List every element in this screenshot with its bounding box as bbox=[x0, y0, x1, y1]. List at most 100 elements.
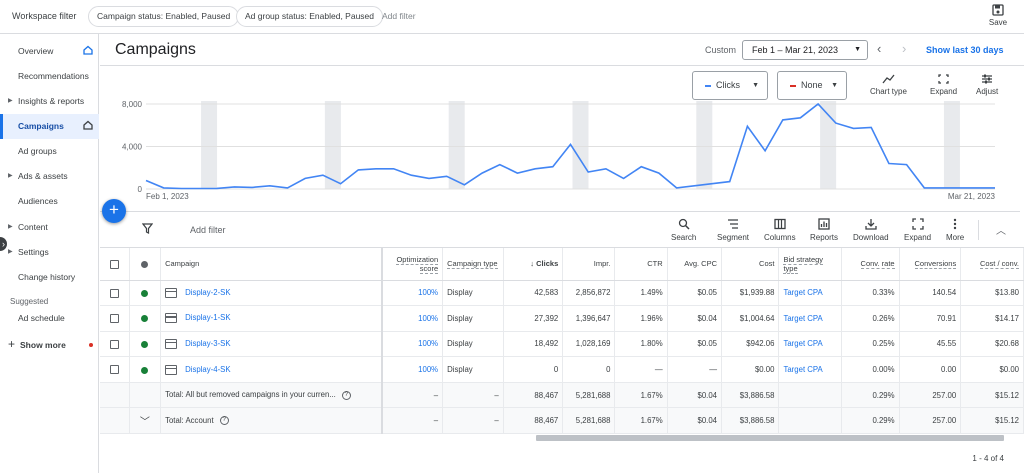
show-more-button[interactable]: + Show more bbox=[8, 337, 66, 351]
next-period-icon[interactable]: › bbox=[902, 41, 906, 56]
sidebar-item-ads-assets[interactable]: ▶ Ads & assets bbox=[0, 164, 99, 189]
weekend-band bbox=[943, 101, 960, 189]
sidebar-item-ad-schedule[interactable]: Ad schedule bbox=[0, 306, 99, 331]
filter-icon[interactable] bbox=[142, 223, 153, 234]
search-label: Search bbox=[671, 233, 697, 242]
optimization-score-header[interactable]: Optimization score bbox=[382, 248, 444, 281]
expand-table-button[interactable]: Expand bbox=[904, 218, 931, 242]
status-dot-icon bbox=[141, 260, 149, 268]
avg-cpc-header[interactable]: Avg. CPC bbox=[667, 248, 723, 281]
sidebar-item-settings[interactable]: ▶ Settings bbox=[0, 240, 99, 265]
ad-group-status-chip[interactable]: Ad group status: Enabled, Paused bbox=[236, 6, 384, 27]
collapse-chevron-icon[interactable]: ︿ bbox=[996, 222, 1006, 237]
conv-rate-cell: 0.00% bbox=[841, 356, 900, 383]
expand-arrow-icon: ▶ bbox=[8, 249, 13, 255]
more-vert-icon bbox=[953, 218, 957, 230]
bid-strategy-cell[interactable]: Target CPA bbox=[778, 356, 843, 383]
sidebar-item-content[interactable]: ▶ Content bbox=[0, 215, 99, 240]
impr-cell: 1,396,647 bbox=[562, 305, 616, 332]
table-row[interactable]: Display-1-SK 100% Display 27,392 1,396,6… bbox=[100, 305, 1024, 332]
select-all-checkbox[interactable] bbox=[100, 248, 130, 281]
status-cell[interactable] bbox=[129, 356, 162, 383]
columns-button[interactable]: Columns bbox=[764, 218, 796, 242]
previous-period-icon[interactable]: ‹ bbox=[877, 41, 881, 56]
page-title: Campaigns bbox=[115, 41, 196, 58]
chart-svg: 8,000 4,000 0Feb 1, 2023 Mar 21, 2023 bbox=[122, 100, 996, 201]
optimization-score-cell[interactable]: 100% bbox=[382, 305, 444, 332]
optimization-score-cell[interactable]: 100% bbox=[382, 280, 444, 307]
show-more-label: Show more bbox=[20, 340, 66, 350]
bid-strategy-cell bbox=[778, 382, 843, 409]
campaign-header[interactable]: Campaign bbox=[160, 248, 384, 281]
segment-button[interactable]: Segment bbox=[717, 218, 749, 242]
optimization-score-cell[interactable]: 100% bbox=[382, 356, 444, 383]
ctr-cell: 1.96% bbox=[614, 305, 668, 332]
help-icon[interactable]: ? bbox=[341, 390, 351, 400]
more-button[interactable]: More bbox=[946, 218, 964, 242]
row-checkbox[interactable] bbox=[100, 356, 130, 383]
cost-header[interactable]: Cost bbox=[721, 248, 780, 281]
home-icon bbox=[83, 45, 93, 55]
campaign-type-header[interactable]: Campaign type bbox=[442, 248, 504, 281]
status-cell[interactable] bbox=[129, 331, 162, 358]
weekend-band bbox=[448, 101, 465, 189]
campaign-status-chip[interactable]: Campaign status: Enabled, Paused bbox=[88, 6, 240, 27]
campaign-name-link[interactable]: Display-2-SK bbox=[185, 288, 231, 297]
sidebar-item-overview[interactable]: Overview bbox=[0, 39, 99, 64]
bid-strategy-cell[interactable]: Target CPA bbox=[778, 305, 843, 332]
sidebar-item-ad-groups[interactable]: Ad groups bbox=[0, 139, 99, 164]
horizontal-scrollbar[interactable] bbox=[536, 435, 1004, 441]
bid-strategy-header[interactable]: Bid strategy type bbox=[778, 248, 843, 281]
help-icon[interactable]: ? bbox=[219, 416, 229, 426]
optimization-score-cell[interactable]: 100% bbox=[382, 331, 444, 358]
clicks-header[interactable]: ↓ Clicks bbox=[503, 248, 564, 281]
conv-rate-cell: 0.33% bbox=[841, 280, 900, 307]
add-filter-input[interactable]: Add filter bbox=[190, 225, 226, 235]
enabled-status-icon bbox=[141, 340, 149, 348]
status-cell[interactable] bbox=[129, 280, 162, 307]
campaigns-table: Campaign Optimization score Campaign typ… bbox=[100, 248, 1024, 435]
table-row[interactable]: Display-4-SK 100% Display 0 0 — — $0.00 … bbox=[100, 356, 1024, 383]
reports-button[interactable]: Reports bbox=[810, 218, 838, 242]
total-row: ﹀ Total: Account? – – 88,467 5,281,688 1… bbox=[100, 407, 1024, 435]
range-type-label: Custom bbox=[705, 45, 737, 55]
expand-total-chevron-icon[interactable]: ﹀ bbox=[129, 407, 162, 435]
add-filter-top[interactable]: Add filter bbox=[382, 11, 416, 21]
table-row[interactable]: Display-3-SK 100% Display 18,492 1,028,1… bbox=[100, 331, 1024, 358]
campaign-name-link[interactable]: Display-4-SK bbox=[185, 365, 231, 374]
save-button[interactable]: Save bbox=[988, 4, 1008, 27]
sidebar-item-label: Content bbox=[18, 222, 48, 232]
sidebar-item-change-history[interactable]: Change history bbox=[0, 265, 99, 290]
date-range-selector[interactable]: Feb 1 – Mar 21, 2023 ▼ bbox=[742, 40, 868, 60]
download-button[interactable]: Download bbox=[853, 218, 889, 242]
conversions-cell: 0.00 bbox=[899, 356, 962, 383]
campaign-name-link[interactable]: Display-3-SK bbox=[185, 339, 231, 348]
status-cell[interactable] bbox=[129, 305, 162, 332]
sidebar-item-campaigns[interactable]: Campaigns bbox=[0, 114, 99, 139]
save-label: Save bbox=[988, 18, 1008, 27]
row-checkbox[interactable] bbox=[100, 280, 130, 307]
page-header: Campaigns Custom Feb 1 – Mar 21, 2023 ▼ ‹… bbox=[100, 34, 1024, 66]
total-label-cell: Total: Account? bbox=[160, 407, 384, 435]
show-last-30-days-link[interactable]: Show last 30 days bbox=[926, 45, 1004, 55]
dropdown-arrow-icon: ▼ bbox=[854, 46, 861, 53]
row-checkbox[interactable] bbox=[100, 331, 130, 358]
clicks-cell: 0 bbox=[503, 356, 564, 383]
impr-header[interactable]: Impr. bbox=[562, 248, 616, 281]
campaign-name-link[interactable]: Display-1-SK bbox=[185, 313, 231, 322]
conv-rate-header[interactable]: Conv. rate bbox=[841, 248, 900, 281]
ctr-header[interactable]: CTR bbox=[614, 248, 668, 281]
columns-icon bbox=[774, 218, 786, 230]
sidebar-item-recommendations[interactable]: Recommendations bbox=[0, 64, 99, 89]
ctr-cell: 1.67% bbox=[614, 407, 668, 435]
sidebar-item-audiences[interactable]: Audiences bbox=[0, 189, 99, 214]
table-row[interactable]: Display-2-SK 100% Display 42,583 2,856,8… bbox=[100, 280, 1024, 307]
conversions-header[interactable]: Conversions bbox=[899, 248, 962, 281]
search-button[interactable]: Search bbox=[671, 218, 696, 242]
row-checkbox[interactable] bbox=[100, 305, 130, 332]
bid-strategy-cell[interactable]: Target CPA bbox=[778, 280, 843, 307]
sidebar-item-insights[interactable]: ▶ Insights & reports bbox=[0, 89, 99, 114]
download-icon bbox=[865, 219, 877, 230]
bid-strategy-cell[interactable]: Target CPA bbox=[778, 331, 843, 358]
cost-per-conv-header[interactable]: Cost / conv. bbox=[960, 248, 1024, 281]
